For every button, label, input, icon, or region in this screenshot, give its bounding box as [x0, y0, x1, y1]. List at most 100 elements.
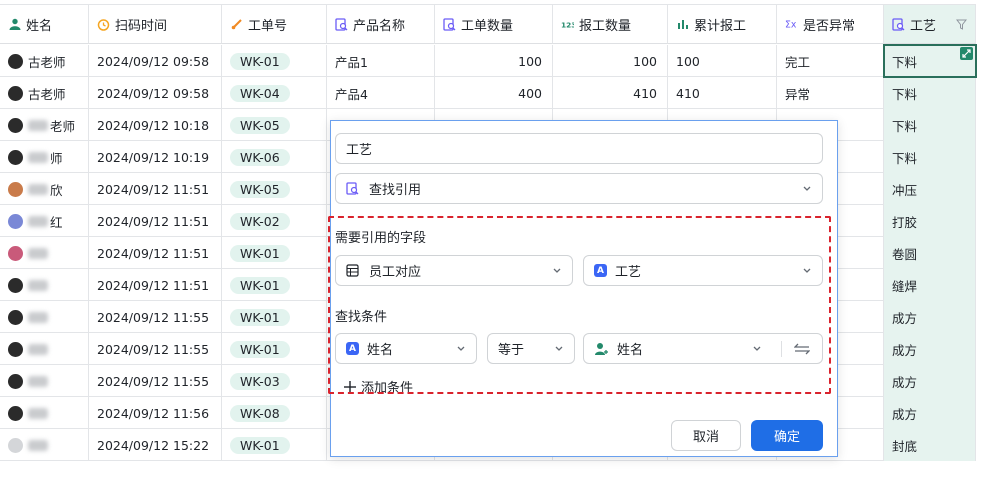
cell-order[interactable]: WK-01: [222, 45, 327, 77]
column-header-5[interactable]: 123 报工数量: [553, 4, 668, 44]
cell-time[interactable]: 2024/09/12 15:22: [89, 429, 222, 461]
cell-process[interactable]: 成方: [884, 397, 976, 429]
field-name-input[interactable]: 工艺: [335, 133, 823, 164]
cell-time[interactable]: 2024/09/12 11:51: [89, 237, 222, 269]
cell-name[interactable]: [0, 429, 89, 461]
cell-time[interactable]: 2024/09/12 11:51: [89, 269, 222, 301]
cell-time[interactable]: 2024/09/12 11:51: [89, 173, 222, 205]
cell-time[interactable]: 2024/09/12 11:55: [89, 333, 222, 365]
column-header-1[interactable]: 扫码时间: [89, 4, 222, 44]
cell-process[interactable]: 下料: [884, 77, 976, 109]
cell-order[interactable]: WK-01: [222, 301, 327, 333]
cell-order[interactable]: WK-03: [222, 365, 327, 397]
order-tag: WK-01: [230, 244, 290, 262]
cell-time[interactable]: 2024/09/12 11:56: [89, 397, 222, 429]
order-tag: WK-05: [230, 180, 290, 198]
cell-order[interactable]: WK-02: [222, 205, 327, 237]
cell-name[interactable]: [0, 301, 89, 333]
column-header-2[interactable]: 工单号: [222, 4, 327, 44]
cell-order[interactable]: WK-01: [222, 237, 327, 269]
expand-icon[interactable]: [960, 47, 973, 60]
cell-order[interactable]: WK-01: [222, 269, 327, 301]
table-row[interactable]: 古老师 2024/09/12 09:58 WK-01 产品1 100 100 100 完工 下料: [0, 45, 976, 77]
column-header-7[interactable]: Σx 是否异常: [777, 4, 884, 44]
cell-order[interactable]: WK-05: [222, 109, 327, 141]
cell-qty[interactable]: 400: [435, 77, 553, 109]
cell-order[interactable]: WK-05: [222, 173, 327, 205]
cell-time[interactable]: 2024/09/12 09:58: [89, 77, 222, 109]
cell-process[interactable]: 封底: [884, 429, 976, 461]
cell-process[interactable]: 打胶: [884, 205, 976, 237]
cell-product[interactable]: 产品4: [327, 77, 435, 109]
cell-time[interactable]: 2024/09/12 09:58: [89, 45, 222, 77]
column-header-8[interactable]: 工艺: [884, 4, 976, 44]
lookup-icon: [346, 182, 359, 195]
cell-total[interactable]: 100: [668, 45, 777, 77]
avatar: [8, 405, 23, 421]
cell-name[interactable]: [0, 365, 89, 397]
cell-process[interactable]: 成方: [884, 301, 976, 333]
cell-process[interactable]: 卷圆: [884, 237, 976, 269]
cell-abnormal[interactable]: 完工: [777, 45, 884, 77]
cell-report[interactable]: 100: [553, 45, 668, 77]
order-tag: WK-01: [230, 436, 290, 454]
field-type-select[interactable]: 查找引用: [335, 173, 823, 204]
column-header-0[interactable]: 姓名: [0, 4, 89, 44]
cell-time[interactable]: 2024/09/12 11:55: [89, 301, 222, 333]
cell-name-text: 师: [50, 150, 63, 166]
cell-time[interactable]: 2024/09/12 10:19: [89, 141, 222, 173]
cell-name[interactable]: [0, 397, 89, 429]
redacted-name: [28, 279, 48, 291]
cell-name[interactable]: 红: [0, 205, 89, 237]
cell-name-text: 红: [50, 214, 63, 230]
cell-order[interactable]: WK-04: [222, 77, 327, 109]
redacted-name: [28, 183, 48, 195]
redacted-name: [28, 311, 48, 323]
avatar: [8, 373, 23, 389]
avatar: [8, 213, 23, 229]
cell-process[interactable]: 下料: [884, 141, 976, 173]
bar-chart-icon: [676, 18, 689, 31]
redacted-name: [28, 439, 48, 451]
cell-name[interactable]: 古老师: [0, 77, 89, 109]
cell-order[interactable]: WK-08: [222, 397, 327, 429]
cancel-button[interactable]: 取消: [671, 420, 741, 451]
avatar: [8, 341, 23, 357]
confirm-button[interactable]: 确定: [751, 420, 823, 451]
redacted-name: [28, 375, 48, 387]
cell-abnormal[interactable]: 异常: [777, 77, 884, 109]
cell-qty[interactable]: 100: [435, 45, 553, 77]
filter-icon[interactable]: [956, 19, 967, 30]
cell-report[interactable]: 410: [553, 77, 668, 109]
cell-name[interactable]: [0, 333, 89, 365]
cell-name[interactable]: 古老师: [0, 45, 89, 77]
cell-name[interactable]: 欣: [0, 173, 89, 205]
column-header-6[interactable]: 累计报工: [668, 4, 777, 44]
redacted-name: [28, 343, 48, 355]
avatar: [8, 245, 23, 261]
cell-order[interactable]: WK-01: [222, 333, 327, 365]
avatar: [8, 437, 23, 453]
avatar: [8, 85, 23, 101]
cell-process[interactable]: 冲压: [884, 173, 976, 205]
cell-name[interactable]: 师: [0, 141, 89, 173]
cell-process[interactable]: 缝焊: [884, 269, 976, 301]
cell-order[interactable]: WK-01: [222, 429, 327, 461]
cell-order[interactable]: WK-06: [222, 141, 327, 173]
cell-time[interactable]: 2024/09/12 10:18: [89, 109, 222, 141]
cell-process[interactable]: 成方: [884, 333, 976, 365]
cell-name[interactable]: [0, 269, 89, 301]
cell-name[interactable]: 老师: [0, 109, 89, 141]
column-header-3[interactable]: 产品名称: [327, 4, 435, 44]
cell-name[interactable]: [0, 237, 89, 269]
cell-total[interactable]: 410: [668, 77, 777, 109]
cell-time[interactable]: 2024/09/12 11:51: [89, 205, 222, 237]
cell-process[interactable]: 成方: [884, 365, 976, 397]
cell-time[interactable]: 2024/09/12 11:55: [89, 365, 222, 397]
column-header-4[interactable]: 工单数量: [435, 4, 553, 44]
column-header-label: 工单号: [248, 18, 288, 34]
cell-process[interactable]: 下料: [884, 109, 976, 141]
cell-product[interactable]: 产品1: [327, 45, 435, 77]
redacted-name: [28, 407, 48, 419]
table-row[interactable]: 古老师 2024/09/12 09:58 WK-04 产品4 400 410 410 异常 下料: [0, 77, 976, 109]
